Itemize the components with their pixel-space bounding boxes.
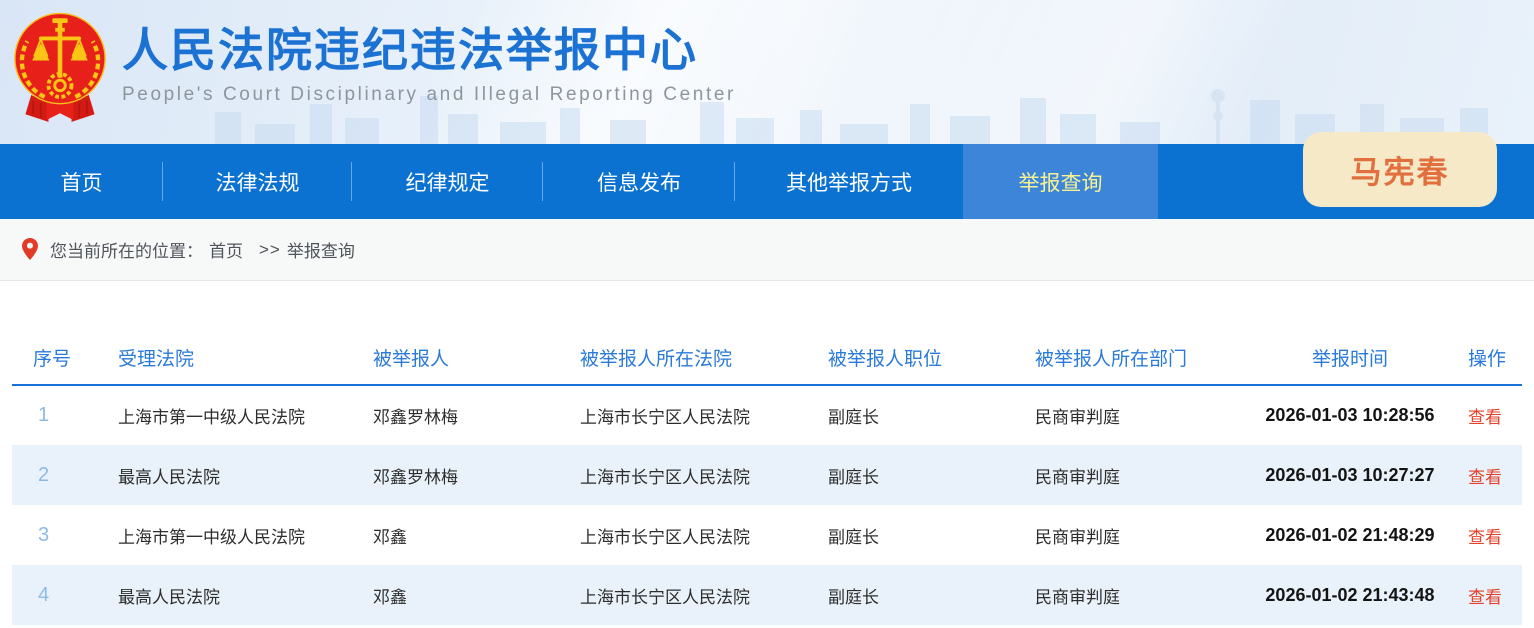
report-table-body: 1 上海市第一中级人民法院 邓鑫罗林梅 上海市长宁区人民法院 副庭长 民商审判庭… <box>12 385 1522 625</box>
cell-reported-person: 邓鑫 <box>373 565 580 625</box>
cell-reported-person-position: 副庭长 <box>828 445 1035 505</box>
nav-item-2[interactable]: 法律法规 <box>163 144 352 219</box>
view-link[interactable]: 查看 <box>1468 468 1502 487</box>
nav-item-6[interactable]: 举报查询 <box>963 144 1158 219</box>
cell-reported-person: 邓鑫 <box>373 505 580 565</box>
view-link[interactable]: 查看 <box>1468 588 1502 607</box>
site-subtitle-english: People's Court Disciplinary and Illegal … <box>122 84 736 106</box>
cell-accepting-court: 上海市第一中级人民法院 <box>118 505 373 565</box>
nav-item-4[interactable]: 信息发布 <box>543 144 735 219</box>
table-header-row: 序号受理法院被举报人被举报人所在法院被举报人职位被举报人所在部门举报时间操作 <box>12 330 1522 385</box>
nav-item-3[interactable]: 纪律规定 <box>352 144 543 219</box>
nav-item-label: 信息发布 <box>597 167 681 197</box>
cell-reported-person-position: 副庭长 <box>828 385 1035 445</box>
main-content: 序号受理法院被举报人被举报人所在法院被举报人职位被举报人所在部门举报时间操作 1… <box>0 281 1534 625</box>
nav-item-label: 举报查询 <box>1019 167 1103 197</box>
cell-index: 3 <box>12 505 118 565</box>
breadcrumb-current: 举报查询 <box>287 237 355 262</box>
cell-reported-person-department: 民商审判庭 <box>1035 505 1240 565</box>
table-row: 3 上海市第一中级人民法院 邓鑫 上海市长宁区人民法院 副庭长 民商审判庭 20… <box>12 505 1522 565</box>
cell-accepting-court: 最高人民法院 <box>118 445 373 505</box>
site-title: 人民法院违纪违法举报中心 <box>122 22 736 78</box>
report-query-table: 序号受理法院被举报人被举报人所在法院被举报人职位被举报人所在部门举报时间操作 1… <box>12 330 1522 625</box>
main-nav: 首页 法律法规 纪律规定 信息发布 其他举报方式 举报查询 马宪春 <box>0 144 1534 219</box>
view-link[interactable]: 查看 <box>1468 408 1502 427</box>
cell-reported-person-position: 副庭长 <box>828 565 1035 625</box>
cell-reported-person-position: 副庭长 <box>828 505 1035 565</box>
column-header-6: 被举报人所在部门 <box>1035 330 1240 385</box>
cell-report-time: 2026-01-03 10:27:27 <box>1240 445 1460 505</box>
breadcrumb-home-link[interactable]: 首页 <box>209 237 243 262</box>
cell-report-time: 2026-01-02 21:43:48 <box>1240 565 1460 625</box>
view-link[interactable]: 查看 <box>1468 528 1502 547</box>
site-title-block: 人民法院违纪违法举报中心 People's Court Disciplinary… <box>122 22 736 106</box>
cell-reported-person-court: 上海市长宁区人民法院 <box>580 565 828 625</box>
column-header-2: 受理法院 <box>118 330 373 385</box>
nav-item-label: 纪律规定 <box>406 167 490 197</box>
cell-reported-person-court: 上海市长宁区人民法院 <box>580 385 828 445</box>
cell-reported-person-department: 民商审判庭 <box>1035 565 1240 625</box>
column-header-7: 举报时间 <box>1240 330 1460 385</box>
cell-reported-person-court: 上海市长宁区人民法院 <box>580 505 828 565</box>
nav-item-label: 首页 <box>61 167 103 197</box>
table-row: 2 最高人民法院 邓鑫罗林梅 上海市长宁区人民法院 副庭长 民商审判庭 2026… <box>12 445 1522 505</box>
column-header-1: 序号 <box>12 330 118 385</box>
column-header-3: 被举报人 <box>373 330 580 385</box>
breadcrumb-prefix: 您当前所在的位置： <box>50 237 203 262</box>
column-header-4: 被举报人所在法院 <box>580 330 828 385</box>
cell-report-time: 2026-01-03 10:28:56 <box>1240 385 1460 445</box>
breadcrumb-separator: >> <box>259 240 281 260</box>
nav-item-1[interactable]: 首页 <box>0 144 163 219</box>
cell-accepting-court: 最高人民法院 <box>118 565 373 625</box>
nav-item-label: 法律法规 <box>216 167 300 197</box>
cell-index: 2 <box>12 445 118 505</box>
site-header: 人民法院违纪违法举报中心 People's Court Disciplinary… <box>0 0 1534 144</box>
column-header-5: 被举报人职位 <box>828 330 1035 385</box>
column-header-8: 操作 <box>1460 330 1522 385</box>
table-row: 4 最高人民法院 邓鑫 上海市长宁区人民法院 副庭长 民商审判庭 2026-01… <box>12 565 1522 625</box>
cell-reported-person-court: 上海市长宁区人民法院 <box>580 445 828 505</box>
breadcrumb: 您当前所在的位置： 首页 >> 举报查询 <box>0 219 1534 281</box>
cell-report-time: 2026-01-02 21:48:29 <box>1240 505 1460 565</box>
table-row: 1 上海市第一中级人民法院 邓鑫罗林梅 上海市长宁区人民法院 副庭长 民商审判庭… <box>12 385 1522 445</box>
court-emblem-logo <box>12 6 108 138</box>
cell-index: 1 <box>12 385 118 445</box>
location-pin-icon <box>22 238 38 261</box>
nav-item-5[interactable]: 其他举报方式 <box>735 144 963 219</box>
nav-item-label: 其他举报方式 <box>786 167 912 197</box>
user-name-badge[interactable]: 马宪春 <box>1303 132 1497 207</box>
cell-reported-person-department: 民商审判庭 <box>1035 445 1240 505</box>
cell-reported-person-department: 民商审判庭 <box>1035 385 1240 445</box>
cell-index: 4 <box>12 565 118 625</box>
cell-accepting-court: 上海市第一中级人民法院 <box>118 385 373 445</box>
cell-reported-person: 邓鑫罗林梅 <box>373 385 580 445</box>
cell-reported-person: 邓鑫罗林梅 <box>373 445 580 505</box>
